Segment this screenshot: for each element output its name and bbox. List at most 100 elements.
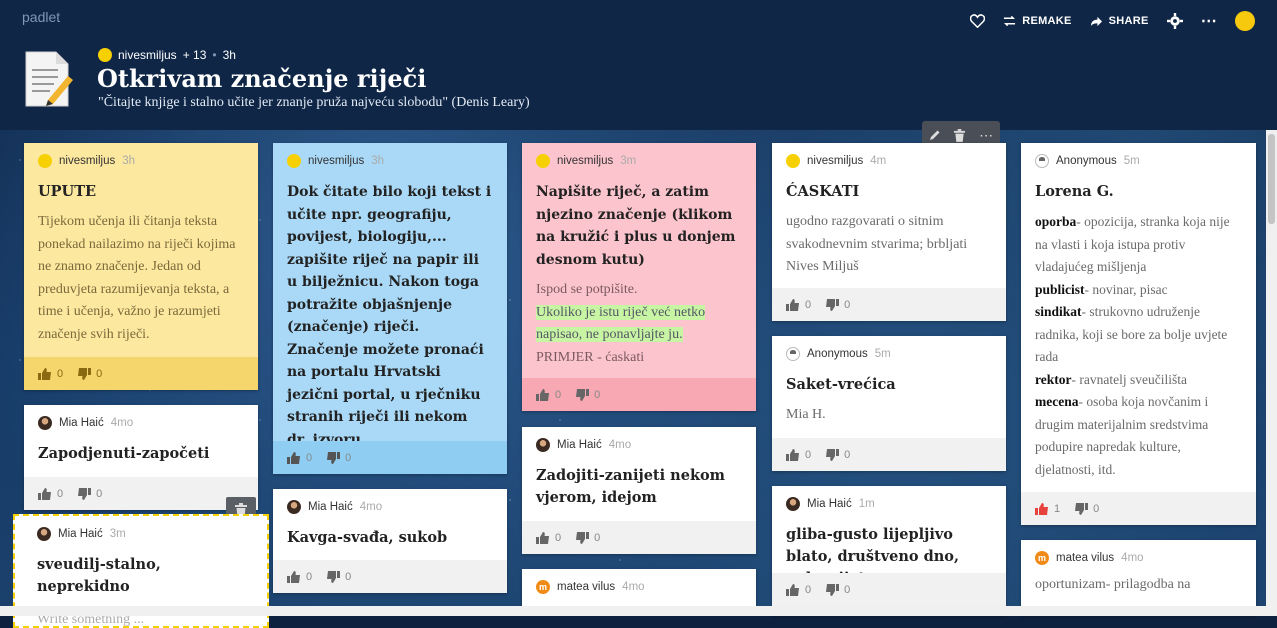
vertical-scrollbar[interactable]	[1266, 130, 1277, 616]
post-lorena[interactable]: Anonymous 5m Lorena G. oporba- opozicija,…	[1021, 143, 1256, 525]
post-time: 4mo	[608, 439, 632, 451]
post-upute[interactable]: nivesmiljus 3h UPUTE Tijekom učenja ili č…	[24, 143, 258, 390]
post-title: Lorena G.	[1035, 183, 1114, 200]
post-napisite[interactable]: nivesmiljus 3m Napišite riječ, a zatim nj…	[522, 143, 756, 411]
highlighted-text: Ukoliko je istu riječ već netko napisao,…	[536, 304, 706, 342]
post-title: Zadojiti-zanijeti nekom vjerom, idejom	[536, 467, 726, 506]
post-kavga[interactable]: Mia Haić 4mo Kavga-svađa, sukob 0 0	[273, 489, 507, 593]
author-name: nivesmiljus	[59, 155, 116, 167]
author-avatar	[37, 527, 51, 541]
definition-entry: publicist- novinar, pisac	[1035, 279, 1242, 302]
header-meta: nivesmiljus + 13 • 3h	[98, 48, 236, 62]
like-button[interactable]: 0	[536, 531, 561, 544]
author-avatar	[38, 416, 52, 430]
like-button[interactable]: 0	[287, 570, 313, 583]
dislike-button[interactable]: 0	[326, 570, 351, 583]
author-name: matea vilus	[557, 581, 616, 593]
gear-icon[interactable]	[1166, 13, 1183, 29]
definition-entry: oporba- opozicija, stranka koja nije na …	[1035, 211, 1242, 279]
post-caskati[interactable]: nivesmiljus 4m ĆASKATI ugodno razgovarati…	[772, 143, 1006, 321]
header-contributors: + 13	[182, 48, 207, 62]
dislike-button[interactable]: 0	[825, 298, 850, 311]
post-body: Ispod se potpišite. Ukoliko je istu rije…	[522, 271, 756, 369]
post-text: Mia H.	[786, 407, 826, 422]
heart-icon[interactable]	[970, 14, 986, 28]
post-matea-mid[interactable]: m matea vilus 4mo	[522, 569, 756, 609]
thumbs-up-icon	[38, 367, 51, 380]
like-button[interactable]: 0	[287, 451, 312, 464]
dislike-button[interactable]: 0	[77, 487, 102, 500]
definition-text: - novinar, pisac	[1084, 281, 1168, 297]
post-title: UPUTE	[38, 183, 97, 200]
like-button[interactable]: 0	[786, 583, 811, 596]
brand-logo[interactable]: padlet	[22, 9, 60, 25]
definition-entry: rektor- ravnatelj sveučilišta	[1035, 369, 1242, 392]
thumbs-down-icon	[327, 570, 341, 583]
post-author: Anonymous 5m	[1021, 143, 1256, 169]
like-count: 0	[306, 570, 313, 583]
post-body: Tijekom učenja ili čitanja teksta poneka…	[24, 203, 258, 346]
definition-term: oporba	[1035, 214, 1077, 229]
post-author: Mia Haić 4mo	[24, 405, 258, 431]
author-name: Anonymous	[807, 348, 868, 360]
thumbs-up-icon	[536, 388, 549, 401]
reactions-bar: 0 0	[273, 560, 507, 593]
dislike-button[interactable]: 0	[77, 367, 102, 380]
post-text: Ispod se potpišite.	[536, 282, 638, 297]
more-options-icon[interactable]: ⋯	[979, 127, 993, 144]
author-avatar: m	[1035, 551, 1049, 565]
dislike-button[interactable]: 0	[825, 583, 850, 596]
thumbs-down-icon	[78, 367, 92, 380]
post-gliba[interactable]: Mia Haić 1m gliba-gusto lijepljivo blato,…	[772, 486, 1006, 616]
reactions-bar: 0 0	[24, 357, 258, 390]
trash-icon[interactable]	[954, 128, 966, 142]
post-time: 3m	[620, 155, 637, 167]
like-button[interactable]: 0	[38, 367, 64, 380]
reactions-bar: 0 0	[273, 441, 507, 474]
author-name: nivesmiljus	[557, 155, 614, 167]
user-avatar[interactable]	[1235, 11, 1255, 31]
thumbs-down-icon	[826, 298, 840, 311]
like-button[interactable]: 0	[786, 298, 811, 311]
thumbs-down-icon	[826, 583, 840, 596]
thumbs-up-icon	[786, 448, 799, 461]
definition-entry: sindikat- strukovno udruženje radnika, k…	[1035, 301, 1242, 369]
post-oportunizam[interactable]: m matea vilus 4mo oportunizam- prilagodba …	[1021, 540, 1256, 616]
post-author: nivesmiljus 4m	[772, 143, 1006, 169]
post-dok-citate[interactable]: nivesmiljus 3h Dok čitate bilo koji tekst…	[273, 143, 507, 474]
share-button[interactable]: SHARE	[1090, 15, 1149, 27]
like-count: 1	[1054, 502, 1061, 515]
like-button[interactable]: 0	[786, 448, 812, 461]
post-zapodjenuti[interactable]: Mia Haić 4mo Zapodjenuti-započeti 0 0	[24, 405, 258, 510]
dislike-count: 0	[594, 531, 601, 544]
post-zadojiti[interactable]: Mia Haić 4mo Zadojiti-zanijeti nekom vjer…	[522, 427, 756, 554]
post-saket[interactable]: Anonymous 5m Saket-vrećica Mia H. 0 0	[772, 336, 1006, 471]
thumbs-down-icon	[826, 448, 840, 461]
post-time: 4mo	[359, 501, 383, 513]
post-time: 3h	[371, 155, 385, 167]
share-arrow-icon	[1090, 16, 1102, 26]
dislike-button[interactable]: 0	[825, 448, 850, 461]
like-button[interactable]: 0	[536, 388, 561, 401]
scrollbar-thumb[interactable]	[1268, 134, 1275, 224]
like-button[interactable]: 0	[38, 487, 63, 500]
header-author[interactable]: nivesmiljus	[118, 48, 177, 62]
page-subtitle: "Čitajte knjige i stalno učite jer znanj…	[98, 95, 530, 110]
draft-title-input[interactable]: sveudilj-stalno, neprekidno	[15, 542, 267, 598]
dislike-button[interactable]: 0	[326, 451, 351, 464]
remake-button[interactable]: REMAKE	[1003, 15, 1071, 27]
dislike-button[interactable]: 0	[1074, 502, 1099, 515]
dislike-button[interactable]: 0	[575, 388, 600, 401]
like-count: 0	[57, 367, 64, 380]
definition-term: publicist	[1035, 281, 1085, 297]
dislike-button[interactable]: 0	[575, 531, 601, 544]
thumbs-down-icon	[327, 451, 341, 464]
pencil-icon[interactable]	[929, 129, 941, 141]
like-button[interactable]: 1	[1035, 502, 1061, 515]
reactions-bar: 0 0	[522, 378, 756, 411]
horizontal-scrollbar[interactable]	[0, 606, 1266, 616]
definition-term: rektor	[1035, 371, 1072, 387]
like-count: 0	[805, 448, 812, 461]
anonymous-avatar	[786, 347, 800, 361]
more-options-icon[interactable]: ⋯	[1201, 11, 1217, 31]
